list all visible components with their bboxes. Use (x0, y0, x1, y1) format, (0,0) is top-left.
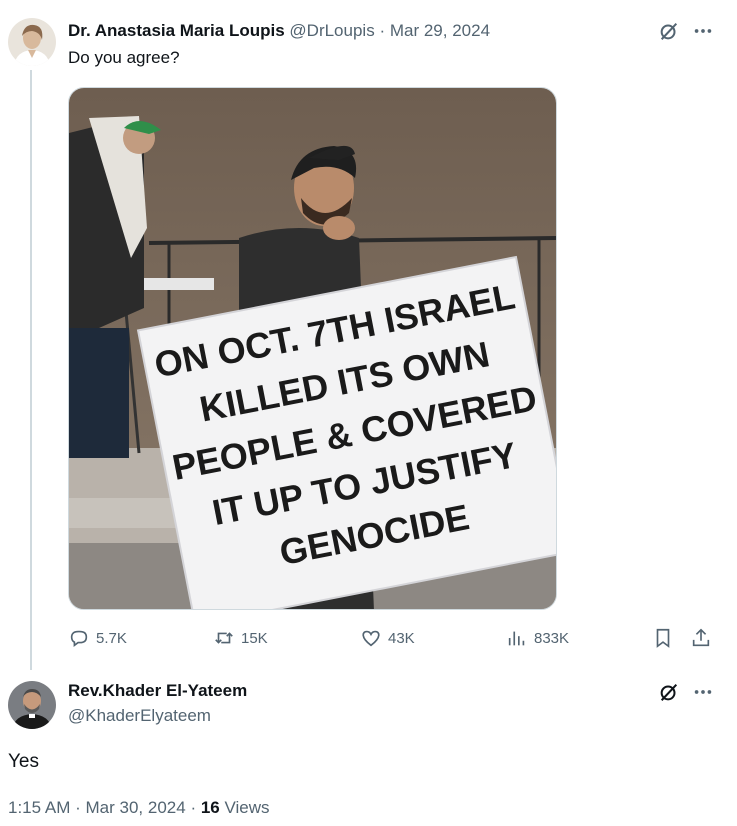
like-icon (362, 630, 380, 647)
meta-separator-2: · (190, 798, 197, 817)
tweet-text: Do you agree? (68, 48, 180, 67)
repost-icon (215, 632, 233, 644)
grok-icon[interactable] (656, 18, 682, 44)
reply-icon (70, 630, 88, 647)
reply-author-handle[interactable]: @KhaderElyateem (68, 706, 211, 726)
author-name[interactable]: Dr. Anastasia Maria Loupis (68, 21, 285, 40)
views-icon (508, 631, 525, 646)
tweet-date[interactable]: Mar 29, 2024 (390, 21, 490, 40)
like-button[interactable]: 43K (360, 624, 415, 652)
author-avatar[interactable] (8, 18, 56, 66)
repost-button[interactable]: 15K (213, 624, 268, 652)
separator-dot: · (379, 21, 386, 40)
reply-text: Yes (8, 751, 39, 772)
share-button[interactable] (690, 624, 718, 652)
share-icon (692, 628, 710, 647)
thread-connector-line (30, 70, 32, 670)
author-handle[interactable]: @DrLoupis (289, 21, 374, 40)
reply-date[interactable]: Mar 30, 2024 (86, 798, 186, 817)
reply-button[interactable]: 5.7K (68, 624, 127, 652)
reply-time[interactable]: 1:15 AM (8, 798, 70, 817)
views-button[interactable]: 833K (506, 624, 569, 652)
meta-separator: · (75, 798, 81, 817)
reply-more-icon[interactable] (690, 679, 716, 705)
reply-views-count: 16 (200, 798, 220, 817)
reply-views-label: Views (224, 798, 270, 817)
more-icon[interactable] (690, 18, 716, 44)
repost-count: 15K (241, 629, 268, 647)
original-tweet-header: Dr. Anastasia Maria Loupis @DrLoupis · M… (68, 21, 490, 41)
reply-author-avatar[interactable] (8, 681, 56, 729)
tweet-action-bar: 5.7K 15K 43K 833K (68, 624, 718, 652)
reply-grok-icon[interactable] (656, 679, 682, 705)
reply-meta: 1:15 AM · Mar 30, 2024 · 16 Views (8, 798, 270, 818)
bookmark-icon (656, 628, 670, 648)
reply-count: 5.7K (96, 629, 127, 647)
views-count: 833K (534, 629, 570, 647)
bookmark-button[interactable] (652, 624, 680, 652)
like-count: 43K (388, 629, 415, 647)
tweet-image[interactable]: ON OCT. 7TH ISRAEL KILLED ITS OWN PEOPLE… (68, 87, 557, 610)
reply-author-name[interactable]: Rev.Khader El-Yateem (68, 681, 247, 701)
